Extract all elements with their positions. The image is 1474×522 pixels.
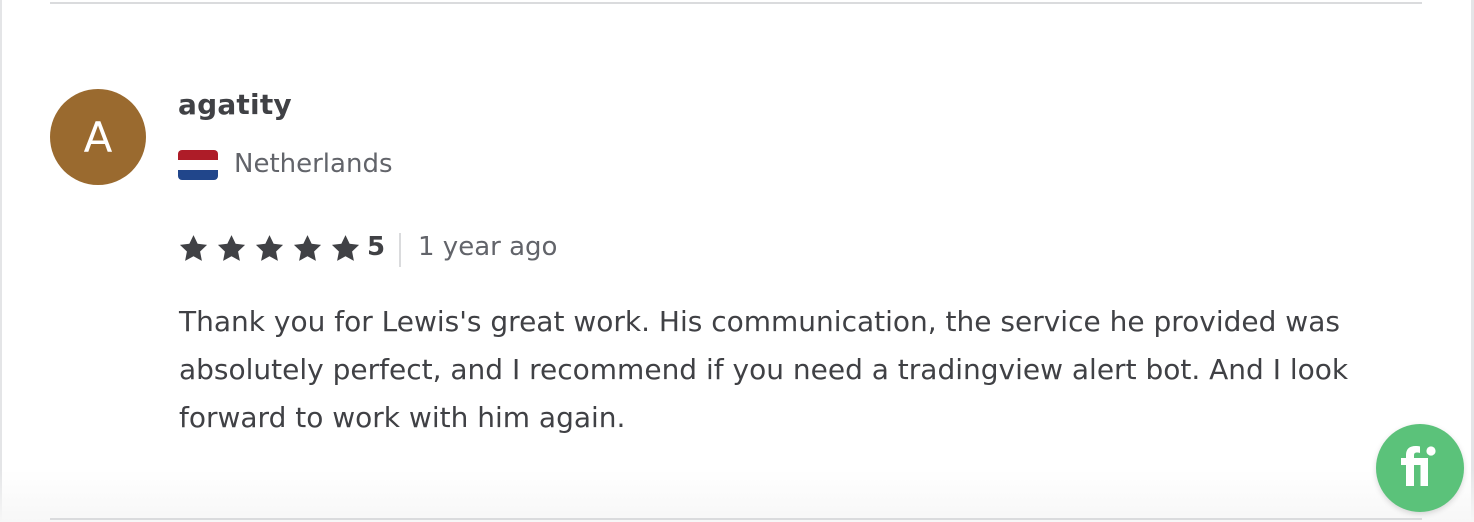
star-icon <box>216 233 247 264</box>
rating-separator <box>399 233 401 267</box>
review-text: Thank you for Lewis's great work. His co… <box>179 305 1349 434</box>
reviewer-username[interactable]: agatity <box>178 88 292 121</box>
star-icon <box>254 233 285 264</box>
fiverr-logo-icon <box>1401 446 1436 486</box>
star-rating <box>178 232 368 264</box>
avatar-initial: A <box>83 112 113 162</box>
star-icon <box>330 233 361 264</box>
reviewer-country: Netherlands <box>234 149 393 179</box>
top-divider <box>50 2 1422 4</box>
rating-score: 5 <box>367 232 386 262</box>
fiverr-chat-button[interactable] <box>1376 424 1464 512</box>
netherlands-flag-icon <box>178 150 218 180</box>
frame-left-border <box>0 0 2 522</box>
review-time-ago: 1 year ago <box>418 232 558 262</box>
bottom-divider <box>50 518 1422 520</box>
star-icon <box>292 233 323 264</box>
star-icon <box>178 233 209 264</box>
avatar[interactable]: A <box>50 89 146 185</box>
bottom-fade <box>0 470 1474 522</box>
